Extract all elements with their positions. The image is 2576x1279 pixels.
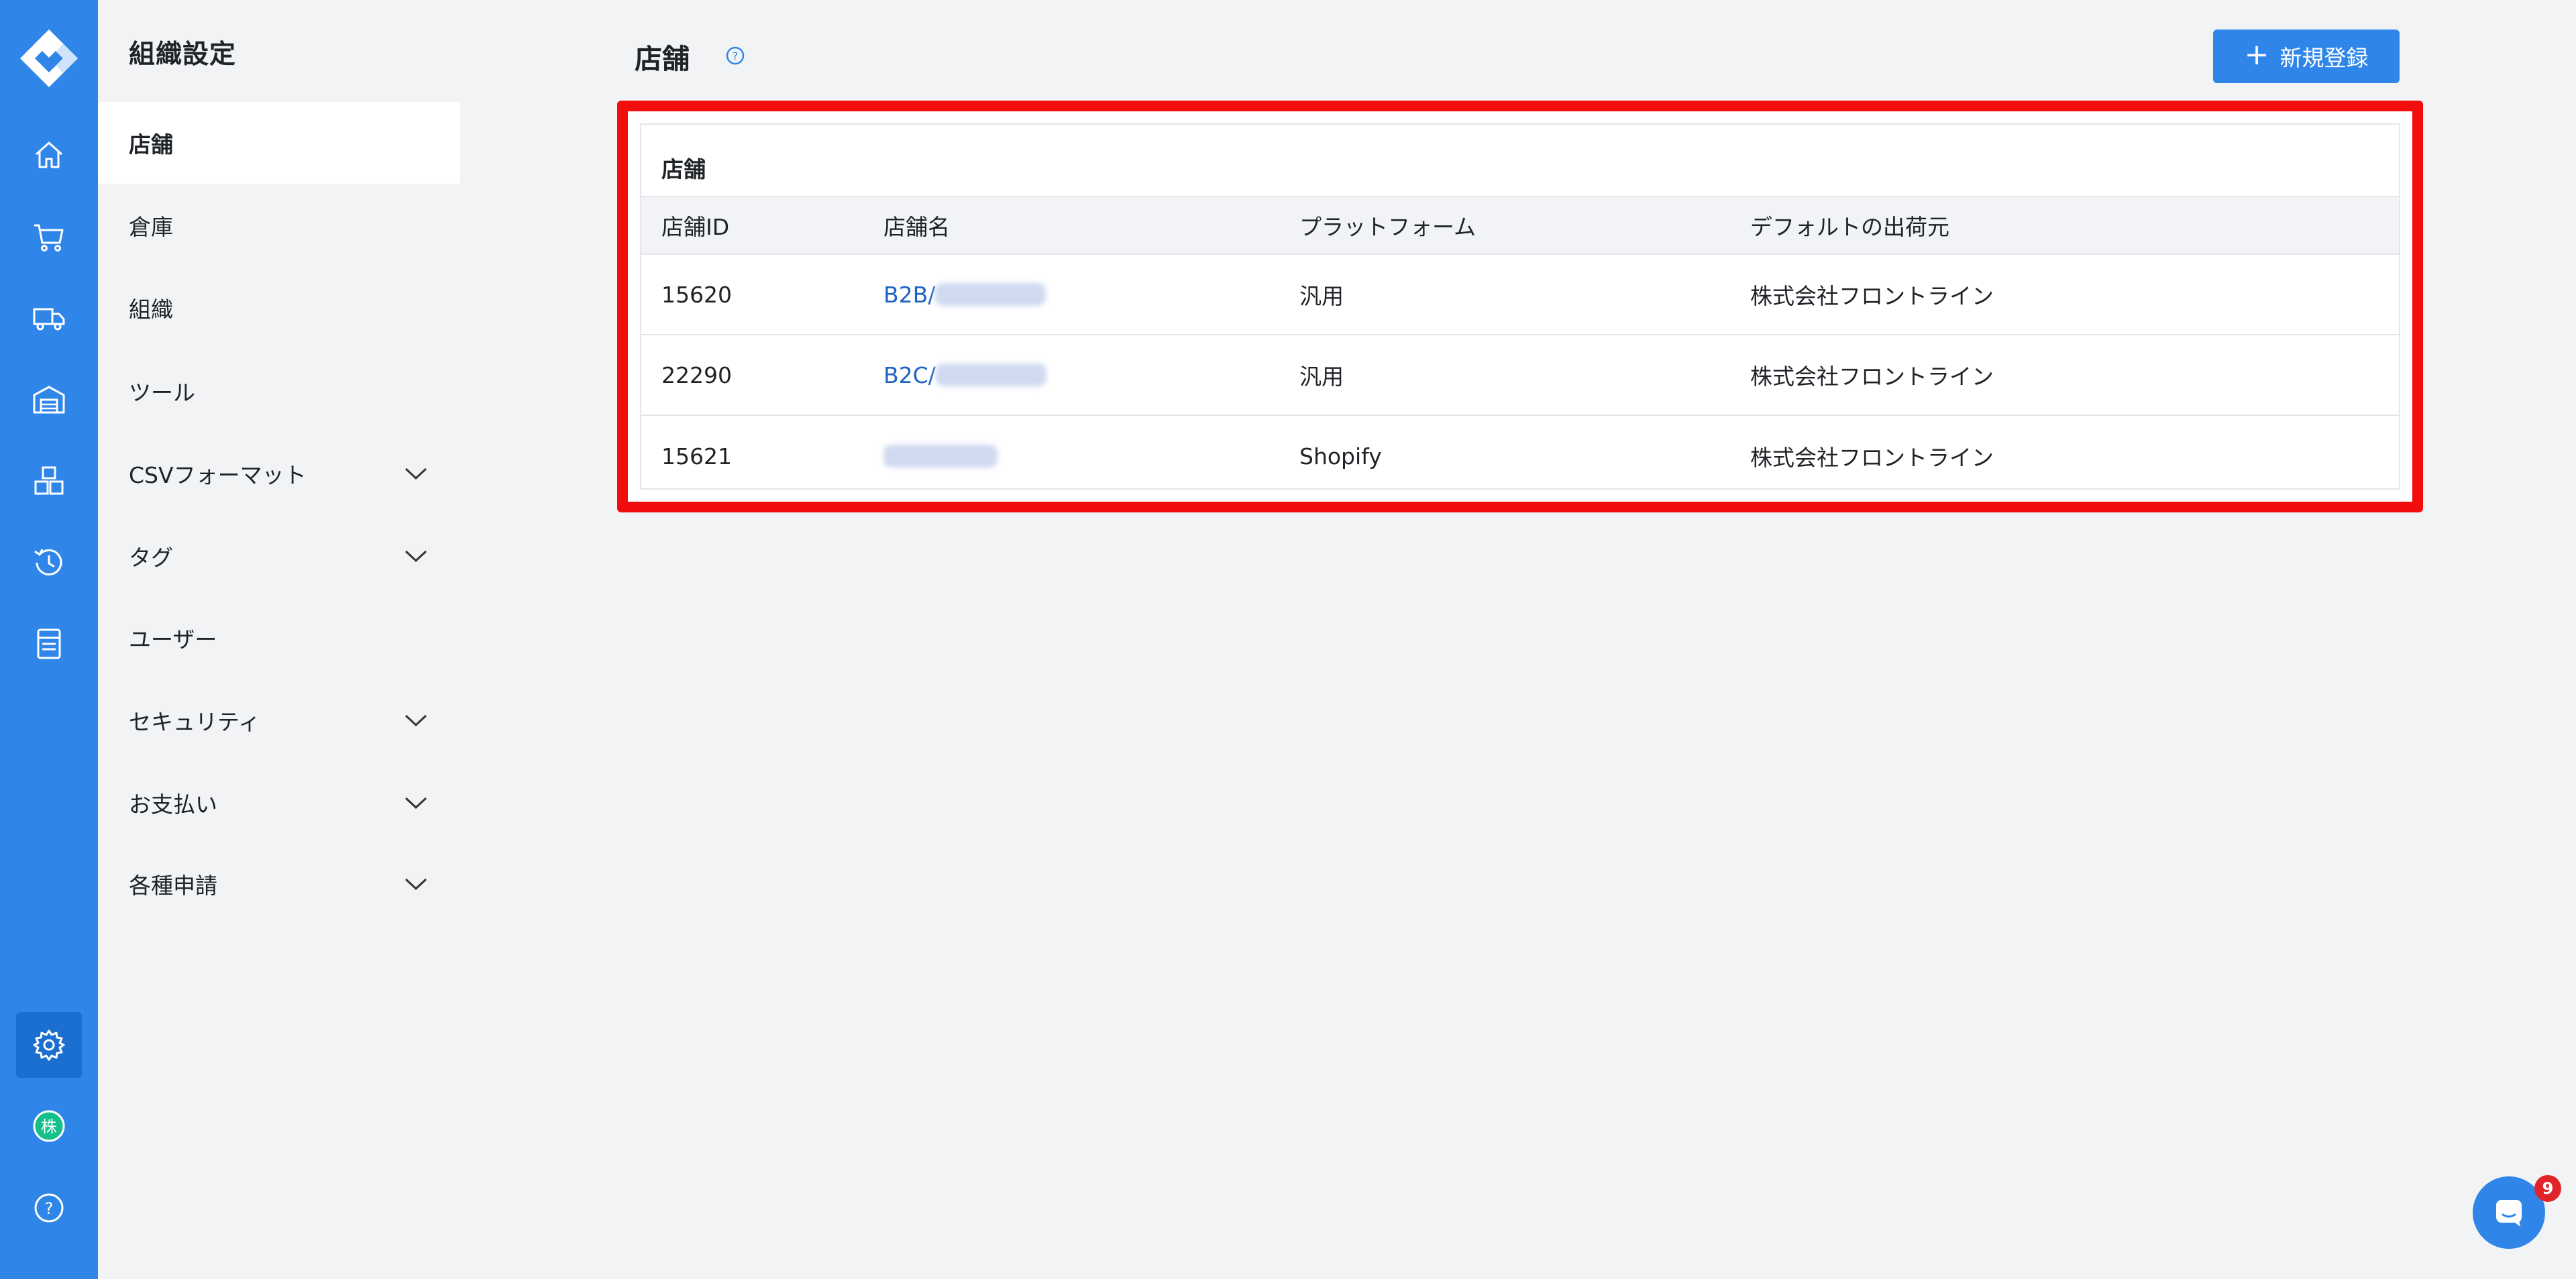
history-icon[interactable] <box>16 530 82 596</box>
column-header-store-id: 店舗ID <box>661 214 730 240</box>
sidebar-title: 組織設定 <box>129 40 237 70</box>
sidebar-item-tools[interactable]: ツール <box>98 350 460 432</box>
svg-text:株: 株 <box>41 1117 57 1136</box>
redacted-text <box>935 364 1046 386</box>
column-header-store-name: 店舗名 <box>883 214 950 240</box>
plus-icon: + <box>2244 38 2269 72</box>
table-row[interactable]: 15621 Shopify 株式会社フロントライン <box>641 416 2399 496</box>
sidebar-item-label: CSVフォーマット <box>129 462 307 488</box>
sidebar-item-label: 各種申請 <box>129 873 217 899</box>
table-row[interactable]: 22290 B2C/ 汎用 株式会社フロントライン <box>641 335 2399 416</box>
card-title: 店舗 <box>661 156 706 182</box>
app: 株 ? 組織設定 店舗 倉庫 組織 ツール CSVフォーマット タグ ユーザー <box>0 0 2576 1279</box>
table-header: 店舗ID 店舗名 プラットフォーム デフォルトの出荷元 <box>641 196 2399 255</box>
highlight-frame: 店舗 店舗ID 店舗名 プラットフォーム デフォルトの出荷元 15620 B2B… <box>617 101 2423 512</box>
chevron-down-icon <box>405 797 427 810</box>
store-platform: Shopify <box>1299 443 1382 469</box>
page-title: 店舗 <box>635 43 690 75</box>
stores-table: 店舗ID 店舗名 プラットフォーム デフォルトの出荷元 15620 B2B/ 汎… <box>641 196 2399 496</box>
redacted-text <box>883 445 998 467</box>
boxes-icon[interactable] <box>16 448 82 514</box>
sidebar-item-applications[interactable]: 各種申請 <box>98 843 460 925</box>
sidebar-item-label: ツール <box>129 380 195 406</box>
unread-count-badge: 9 <box>2534 1175 2561 1202</box>
store-platform: 汎用 <box>1299 283 1344 309</box>
redacted-text <box>935 283 1046 306</box>
chevron-down-icon <box>405 550 427 563</box>
sidebar-item-tags[interactable]: タグ <box>98 515 460 597</box>
sidebar-item-label: セキュリティ <box>129 709 261 735</box>
store-name-link[interactable]: B2B/ <box>883 255 1046 334</box>
svg-text:?: ? <box>45 1199 54 1218</box>
sidebar-item-label: 倉庫 <box>129 214 173 240</box>
store-default-origin: 株式会社フロントライン <box>1750 445 1994 471</box>
sidebar-item-security[interactable]: セキュリティ <box>98 679 460 761</box>
sidebar-item-stores[interactable]: 店舗 <box>98 102 460 184</box>
chat-icon <box>2496 1200 2522 1227</box>
sidebar-item-label: 店舗 <box>129 131 173 158</box>
logo-icon[interactable] <box>19 28 79 89</box>
sidebar-item-label: ユーザー <box>129 626 217 653</box>
column-header-default-origin: デフォルトの出荷元 <box>1750 214 1949 240</box>
main-content: 店舗 ? + 新規登録 店舗 店舗ID 店舗名 プラットフォーム デフォルトの出… <box>460 0 2576 1279</box>
table-row[interactable]: 15620 B2B/ 汎用 株式会社フロントライン <box>641 255 2399 335</box>
new-registration-label: 新規登録 <box>2279 45 2369 71</box>
help-circle-icon[interactable]: ? <box>725 46 745 66</box>
column-header-platform: プラットフォーム <box>1299 214 1477 240</box>
store-id: 15621 <box>661 443 732 469</box>
truck-icon[interactable] <box>16 285 82 351</box>
cart-icon[interactable] <box>16 204 82 270</box>
chevron-down-icon <box>405 467 427 480</box>
sidebar-item-label: タグ <box>129 545 173 571</box>
warehouse-icon[interactable] <box>16 367 82 433</box>
sidebar-item-organization[interactable]: 組織 <box>98 267 460 349</box>
sidebar-item-users[interactable]: ユーザー <box>98 597 460 679</box>
settings-sidebar: 組織設定 店舗 倉庫 組織 ツール CSVフォーマット タグ ユーザー セキュリ… <box>98 0 460 1279</box>
document-icon[interactable] <box>16 611 82 677</box>
sidebar-item-csv-format[interactable]: CSVフォーマット <box>98 433 460 514</box>
help-icon[interactable]: ? <box>16 1175 82 1241</box>
store-default-origin: 株式会社フロントライン <box>1750 283 1994 309</box>
settings-icon[interactable] <box>16 1012 82 1078</box>
chevron-down-icon <box>405 714 427 727</box>
new-registration-button[interactable]: + 新規登録 <box>2213 30 2400 83</box>
store-name-prefix: B2B/ <box>883 281 936 308</box>
icon-rail: 株 ? <box>0 0 98 1279</box>
sidebar-item-label: お支払い <box>129 791 217 818</box>
sidebar-item-warehouse[interactable]: 倉庫 <box>98 184 460 266</box>
store-name-link[interactable]: B2C/ <box>883 335 1046 414</box>
store-name-prefix: B2C/ <box>883 362 936 388</box>
store-platform: 汎用 <box>1299 364 1344 390</box>
stores-card: 店舗 店舗ID 店舗名 プラットフォーム デフォルトの出荷元 15620 B2B… <box>640 123 2400 490</box>
sidebar-item-payment[interactable]: お支払い <box>98 762 460 844</box>
home-icon[interactable] <box>16 122 82 188</box>
store-name-link[interactable] <box>883 416 998 496</box>
store-id: 22290 <box>661 362 732 388</box>
organization-avatar-icon[interactable]: 株 <box>16 1093 82 1159</box>
sidebar-item-label: 組織 <box>129 296 173 323</box>
chevron-down-icon <box>405 878 427 891</box>
store-id: 15620 <box>661 281 732 308</box>
store-default-origin: 株式会社フロントライン <box>1750 364 1994 390</box>
svg-text:?: ? <box>733 50 739 62</box>
